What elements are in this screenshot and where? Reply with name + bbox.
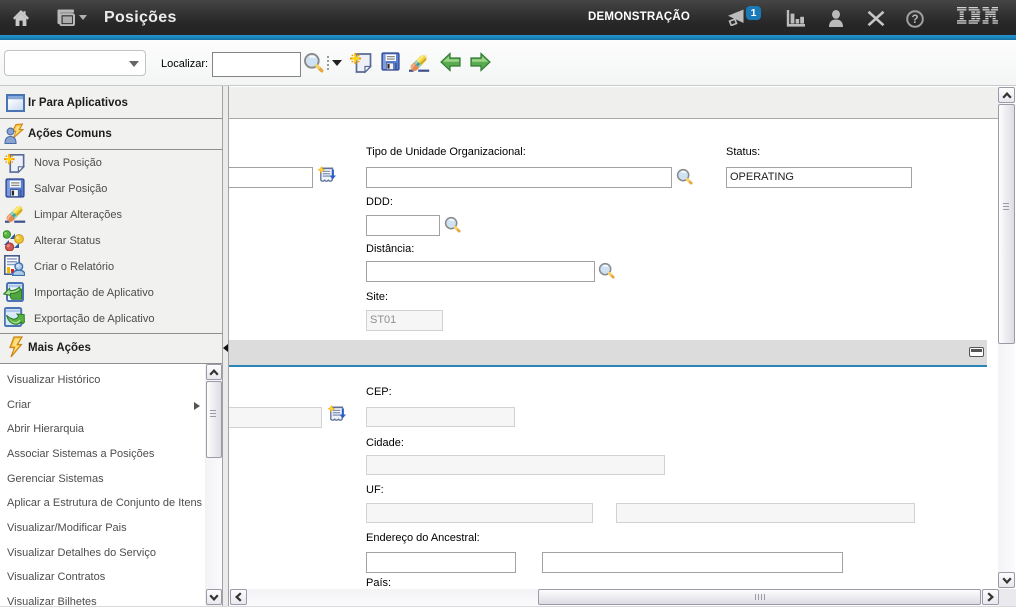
svg-text:?: ?: [911, 14, 918, 26]
